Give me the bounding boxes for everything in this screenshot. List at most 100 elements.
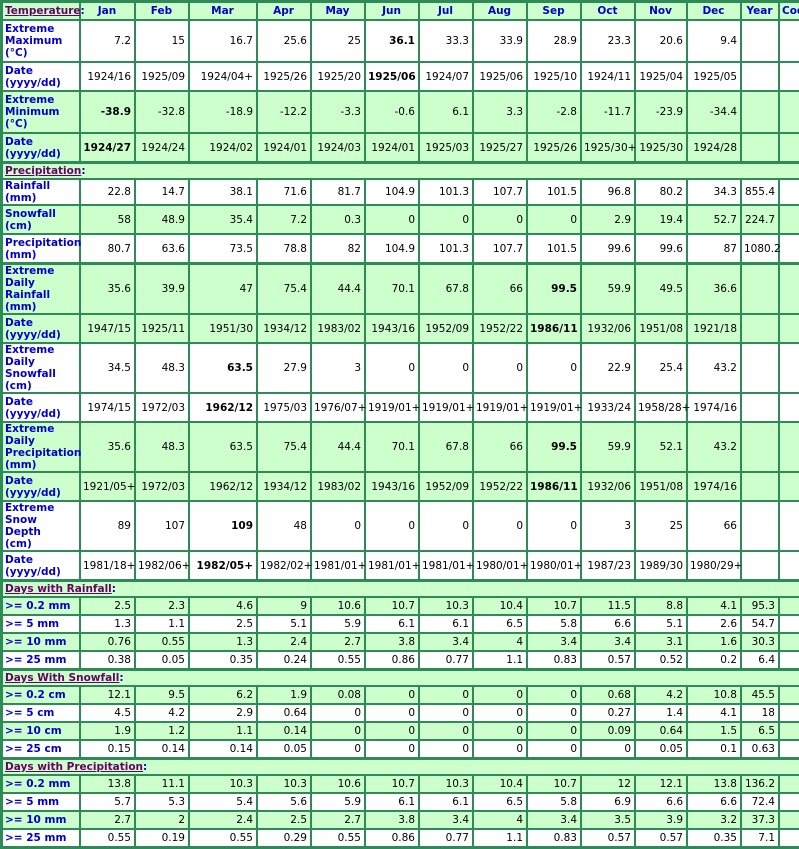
section-link[interactable]: Precipitation — [5, 165, 81, 177]
value-cell: 1924/16 — [80, 62, 135, 91]
section-link[interactable]: Days with Precipitation — [5, 761, 143, 773]
year-cell: 18 — [741, 704, 779, 722]
value-cell: 1919/01+ — [365, 393, 420, 422]
table-row: Extreme Minimum (°C) -38.9 -32.8 -18.9 -12.2 -3… — [2, 91, 799, 133]
section-link[interactable]: Days With Snowfall — [5, 672, 119, 684]
value-cell: 1925/10 — [527, 62, 581, 91]
value-cell: 43.2 — [687, 422, 741, 472]
value-cell: 44.4 — [311, 263, 365, 314]
row-label-line: Snow Depth — [5, 514, 41, 538]
value-cell: 1.3 — [189, 633, 257, 651]
value-cell: 0.2 — [687, 651, 741, 669]
code-cell: C — [779, 793, 799, 811]
value-cell: 2.5 — [80, 597, 135, 615]
row-label-line: Minimum — [5, 106, 60, 118]
value-cell: 0 — [365, 686, 419, 704]
value-cell: 1975/03 — [257, 393, 311, 422]
value-cell: 1925/20 — [311, 62, 365, 91]
value-cell: 0.24 — [257, 651, 311, 669]
row-label-line: (°C) — [5, 118, 28, 130]
year-cell: 224.7 — [741, 205, 779, 234]
row-label: Date (yyyy/dd) — [2, 62, 80, 91]
table-row: Extreme Daily Precipitation (mm) 35.6 48.3 63… — [2, 422, 799, 472]
value-cell: 63.5 — [189, 422, 257, 472]
value-cell: 9.5 — [135, 686, 189, 704]
value-cell: 0.14 — [135, 740, 189, 758]
value-cell: 63.6 — [135, 234, 189, 263]
value-cell: 1925/11 — [135, 314, 189, 343]
value-cell: 5.8 — [527, 615, 581, 633]
value-cell: 1.3 — [80, 615, 135, 633]
value-cell: 10.4 — [473, 597, 527, 615]
value-cell: 14.7 — [135, 179, 189, 205]
value-cell: 0.52 — [635, 651, 687, 669]
value-cell: 6.2 — [189, 686, 257, 704]
section-link[interactable]: Days with Rainfall — [5, 583, 112, 595]
value-cell: 0 — [419, 343, 473, 393]
value-cell: 0.57 — [581, 651, 635, 669]
table-row: Date (yyyy/dd) 1921/05+ 1972/03 1962/12 1934/… — [2, 472, 799, 501]
value-cell: 2.5 — [189, 615, 257, 633]
table-row: >= 10 mm 0.76 0.55 1.3 2.4 2.7 3.8 3.4 4 3.4 3.4 3.… — [2, 633, 799, 651]
year-cell — [741, 501, 779, 551]
value-cell: 96.8 — [581, 179, 635, 205]
value-cell: 16.7 — [189, 20, 257, 62]
value-cell: 10.7 — [365, 597, 419, 615]
code-cell — [779, 314, 799, 343]
value-cell: 6.6 — [687, 793, 741, 811]
value-cell: 4 — [473, 811, 527, 829]
code-cell: C — [779, 205, 799, 234]
code-cell — [779, 422, 799, 472]
col-header: Jul — [419, 2, 473, 20]
year-cell — [741, 551, 779, 580]
value-cell: 78.8 — [257, 234, 311, 263]
value-cell: 25 — [635, 501, 687, 551]
row-label-line: (cm) — [5, 219, 32, 232]
value-cell: 3.2 — [687, 811, 741, 829]
value-cell: 1962/12 — [189, 472, 257, 501]
value-cell: 3.8 — [365, 811, 419, 829]
table-row: Date (yyyy/dd) 1924/27 1924/24 1924/02 1924/0… — [2, 133, 799, 162]
value-cell: 5.1 — [257, 615, 311, 633]
table-row: >= 5 mm 5.7 5.3 5.4 5.6 5.9 6.1 6.1 6.5 5.8 6.9 6.6… — [2, 793, 799, 811]
code-cell — [779, 20, 799, 62]
code-cell: C — [779, 686, 799, 704]
code-cell — [779, 133, 799, 162]
value-cell: 1947/15 — [80, 314, 135, 343]
value-cell: 3.3 — [473, 91, 527, 133]
value-cell: 25 — [311, 20, 365, 62]
col-header: May — [311, 2, 365, 20]
year-cell — [741, 91, 779, 133]
value-cell: 0 — [419, 686, 473, 704]
value-cell: 2.5 — [257, 811, 311, 829]
value-cell: 109 — [189, 501, 257, 551]
value-cell: 1924/02 — [189, 133, 257, 162]
table-row: >= 5 cm4.54.22.90.64000000.271.44.118C — [2, 704, 799, 722]
code-cell — [779, 393, 799, 422]
value-cell: 1952/22 — [473, 314, 527, 343]
year-cell: 6.5 — [741, 722, 779, 740]
value-cell: 0.09 — [581, 722, 635, 740]
temperature-link[interactable]: Temperature — [5, 5, 81, 17]
value-cell: 66 — [687, 501, 741, 551]
value-cell: 80.2 — [635, 179, 687, 205]
value-cell: 0 — [473, 686, 527, 704]
value-cell: 0.15 — [80, 740, 135, 758]
value-cell: 0 — [365, 205, 419, 234]
value-cell: 2.9 — [581, 205, 635, 234]
table-row: Extreme Snow Depth (cm) 89 107 109 48 0 0 0 0 0 3 25 6… — [2, 501, 799, 551]
value-cell: 48.3 — [135, 422, 189, 472]
value-cell: 1.1 — [473, 829, 527, 847]
row-label-line: Precipitation — [5, 447, 82, 459]
value-cell: 44.4 — [311, 422, 365, 472]
value-cell: 58 — [80, 205, 135, 234]
col-header: Jun — [365, 2, 419, 20]
value-cell: 47 — [189, 263, 257, 314]
value-cell: 107.7 — [473, 234, 527, 263]
value-cell: 15 — [135, 20, 189, 62]
value-cell: 0.86 — [365, 651, 419, 669]
value-cell: 1972/03 — [135, 393, 189, 422]
code-cell — [779, 62, 799, 91]
value-cell: 0 — [527, 501, 581, 551]
value-cell: 0 — [419, 501, 473, 551]
